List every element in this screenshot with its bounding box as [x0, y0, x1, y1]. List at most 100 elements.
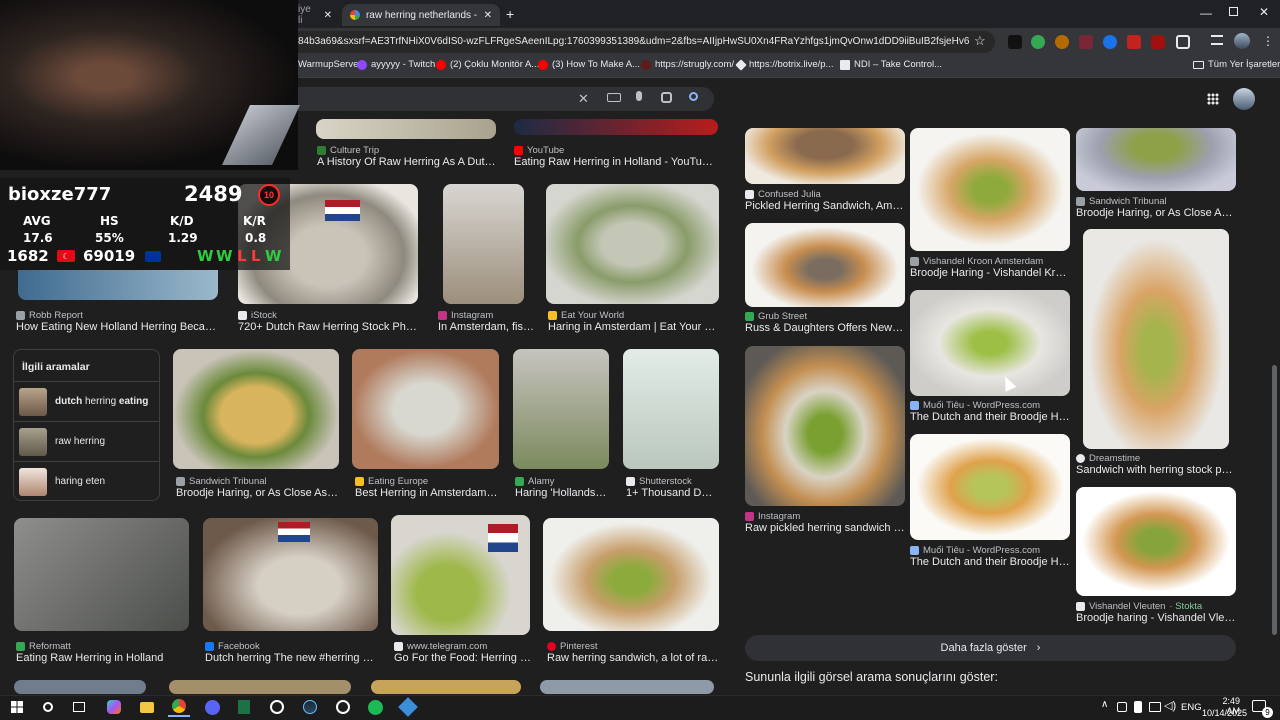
- result-title[interactable]: A History Of Raw Herring As A Dutch D...: [317, 156, 497, 168]
- extension-icon[interactable]: [1008, 35, 1022, 49]
- network-icon[interactable]: [1149, 702, 1161, 712]
- result-image[interactable]: [14, 518, 189, 631]
- bookmark-item[interactable]: https://botrix.live/p...: [735, 58, 833, 71]
- extension-icon[interactable]: [1103, 35, 1117, 49]
- result-title[interactable]: Broodje Haring - Vishandel Kroon ...: [910, 267, 1070, 279]
- result-title[interactable]: Best Herring in Amsterdam | E...: [355, 487, 500, 499]
- extension-icon[interactable]: [1055, 35, 1069, 49]
- result-image[interactable]: [910, 290, 1070, 396]
- result-source[interactable]: Dreamstime: [1076, 453, 1236, 464]
- related-search-item[interactable]: haring eten: [14, 461, 160, 501]
- result-source[interactable]: Muối Tiêu - WordPress.com: [910, 400, 1070, 411]
- result-source[interactable]: www.telegram.com: [394, 641, 534, 652]
- discord-icon[interactable]: [201, 697, 223, 717]
- result-image[interactable]: [514, 119, 718, 135]
- result-image[interactable]: [1076, 487, 1236, 596]
- bookmark-item[interactable]: ayyyyy - Twitch: [357, 59, 435, 70]
- copilot-icon[interactable]: [103, 697, 125, 717]
- restore-button[interactable]: [1229, 7, 1238, 16]
- result-image[interactable]: [352, 349, 499, 469]
- obs-icon[interactable]: [266, 697, 288, 717]
- result-image[interactable]: [745, 346, 905, 506]
- tray-chevron-icon[interactable]: ∧: [1101, 699, 1108, 710]
- puzzle-icon[interactable]: [1176, 35, 1190, 49]
- file-explorer-icon[interactable]: [136, 697, 158, 717]
- result-source[interactable]: Instagram: [745, 511, 905, 522]
- result-title[interactable]: Eating Raw Herring in Holland - YouTube: [514, 156, 714, 168]
- all-bookmarks[interactable]: Tüm Yer İşaretleri: [1193, 59, 1280, 70]
- result-source[interactable]: Vishandel Kroon Amsterdam: [910, 256, 1070, 267]
- bookmark-item[interactable]: NDI – Take Control...: [840, 59, 942, 70]
- result-image[interactable]: [169, 680, 351, 694]
- related-search-item[interactable]: raw herring: [14, 421, 160, 461]
- close-icon[interactable]: ✕: [484, 10, 492, 21]
- language-indicator[interactable]: ENG: [1181, 702, 1202, 713]
- result-source[interactable]: Eating Europe: [355, 476, 500, 487]
- mic-icon[interactable]: [636, 91, 642, 101]
- star-icon[interactable]: ☆: [974, 33, 986, 49]
- result-source[interactable]: Eat Your World: [548, 310, 718, 321]
- minimize-button[interactable]: —: [1200, 6, 1212, 20]
- result-title[interactable]: Broodje Haring, or As Close As I C...: [176, 487, 340, 499]
- result-title[interactable]: Broodje Haring, or As Close As I C...: [1076, 207, 1236, 219]
- clock-date[interactable]: 10/14/2025: [1202, 708, 1247, 718]
- result-source[interactable]: Muối Tiêu - WordPress.com: [910, 545, 1070, 556]
- result-title[interactable]: 1+ Thousand Dutc...: [626, 487, 718, 499]
- result-title[interactable]: How Eating New Holland Herring Became a …: [16, 321, 224, 333]
- app-icon[interactable]: [397, 697, 419, 717]
- apps-grid-icon[interactable]: [1207, 93, 1219, 105]
- related-search-item[interactable]: dutch herring eating: [14, 381, 160, 421]
- result-title[interactable]: Broodje haring - Vishandel Vleuten: [1076, 612, 1236, 624]
- result-title[interactable]: Haring 'Hollandse ...: [515, 487, 611, 499]
- result-source[interactable]: iStock: [238, 310, 418, 321]
- result-source[interactable]: Facebook: [205, 641, 380, 652]
- result-image[interactable]: [546, 184, 719, 304]
- result-title[interactable]: The Dutch and their Broodje Harin...: [910, 411, 1070, 423]
- tab-active[interactable]: raw herring netherlands - Goog ✕: [342, 4, 500, 26]
- bookmark-item[interactable]: WarmupServer: [298, 59, 362, 70]
- result-source[interactable]: Robb Report: [16, 310, 216, 321]
- task-view-icon[interactable]: [68, 697, 90, 717]
- result-source[interactable]: Instagram: [438, 310, 538, 321]
- result-image[interactable]: [540, 680, 714, 694]
- result-title[interactable]: Go For the Food: Herring sta...: [394, 652, 534, 664]
- profile-avatar[interactable]: [1234, 33, 1250, 49]
- result-title[interactable]: Dutch herring The new #herring seas...: [205, 652, 377, 664]
- close-icon[interactable]: ✕: [324, 10, 332, 21]
- result-title[interactable]: The Dutch and their Broodje Harin...: [910, 556, 1070, 568]
- more-results-button[interactable]: Daha fazla göster ›: [745, 635, 1236, 661]
- result-source[interactable]: Grub Street: [745, 311, 905, 322]
- extension-icon[interactable]: [1127, 35, 1141, 49]
- result-image[interactable]: [443, 184, 524, 304]
- new-tab-button[interactable]: +: [506, 6, 514, 22]
- result-source[interactable]: Alamy: [515, 476, 611, 487]
- menu-icon[interactable]: ⋮: [1262, 34, 1274, 48]
- chrome-icon[interactable]: [168, 697, 190, 717]
- tray-app-icon[interactable]: [1117, 702, 1127, 712]
- result-source[interactable]: YouTube: [514, 145, 694, 156]
- reading-list-icon[interactable]: [1211, 35, 1223, 45]
- result-image[interactable]: [1076, 128, 1236, 191]
- bookmark-item[interactable]: https://strugly.com/: [641, 59, 734, 70]
- close-window-button[interactable]: ✕: [1259, 5, 1269, 19]
- extension-icon[interactable]: [1031, 35, 1045, 49]
- chatgpt-icon[interactable]: [332, 697, 354, 717]
- scrollbar-thumb[interactable]: [1272, 365, 1277, 635]
- result-title[interactable]: In Amsterdam, fish...: [438, 321, 534, 333]
- result-image[interactable]: [513, 349, 609, 469]
- spotify-icon[interactable]: [364, 697, 386, 717]
- result-image[interactable]: [18, 270, 218, 300]
- result-image[interactable]: [316, 119, 496, 139]
- result-image[interactable]: [173, 349, 339, 469]
- result-image[interactable]: [745, 128, 905, 184]
- extension-icon[interactable]: [1079, 35, 1093, 49]
- result-image[interactable]: [371, 680, 521, 694]
- result-image[interactable]: [543, 518, 719, 631]
- clear-search-icon[interactable]: ✕: [578, 91, 589, 107]
- tray-app-icon[interactable]: [1134, 701, 1142, 713]
- result-title[interactable]: 720+ Dutch Raw Herring Stock Photos, ...: [238, 321, 420, 333]
- result-source[interactable]: Sandwich Tribunal: [1076, 196, 1236, 207]
- result-image[interactable]: [1083, 229, 1229, 449]
- result-source[interactable]: Reformatt: [16, 641, 191, 652]
- keyboard-icon[interactable]: [607, 93, 621, 102]
